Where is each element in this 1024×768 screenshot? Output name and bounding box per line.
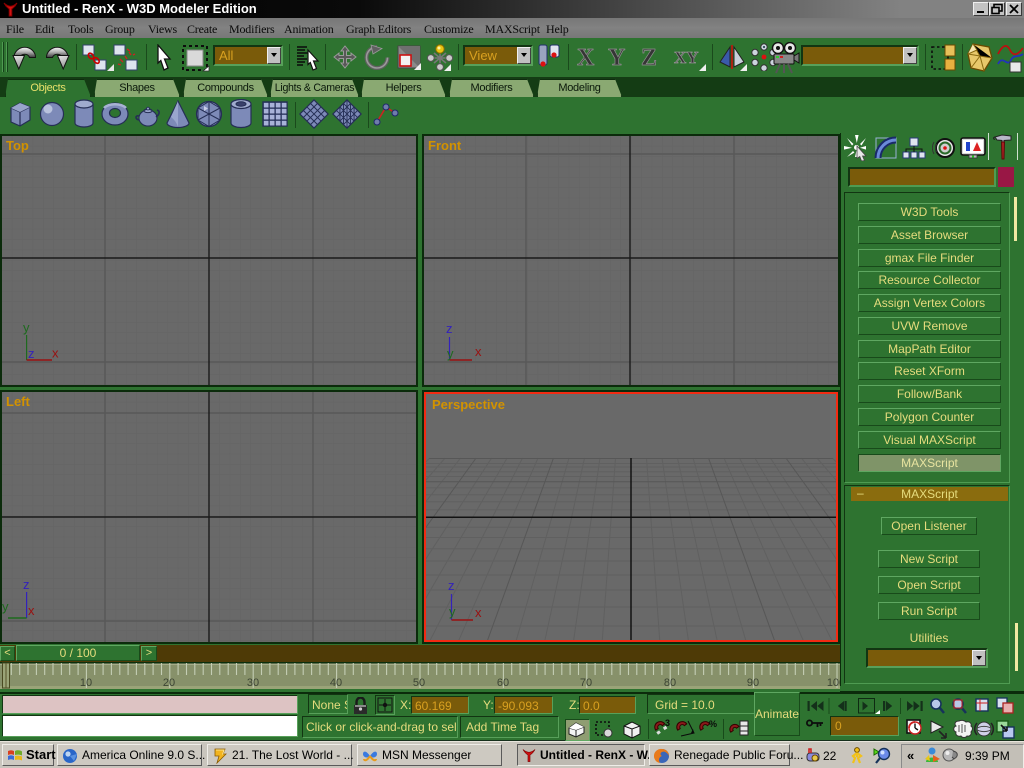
svg-text:y: y (23, 320, 30, 335)
svg-text:z: z (23, 577, 30, 592)
svg-text:50: 50 (413, 677, 425, 689)
svg-text:y: y (447, 346, 454, 361)
svg-text:z: z (28, 346, 35, 361)
svg-text:XY: XY (674, 48, 699, 67)
svg-text:Z: Z (641, 46, 657, 70)
svg-text:90: 90 (747, 677, 759, 689)
svg-text:70: 70 (580, 677, 592, 689)
svg-text:z: z (448, 578, 455, 593)
svg-text:x: x (475, 605, 482, 620)
svg-text:Y: Y (608, 46, 625, 70)
svg-text:x: x (52, 346, 59, 361)
svg-text:X: X (577, 46, 595, 70)
svg-text:y: y (2, 599, 9, 614)
svg-text:80: 80 (664, 677, 676, 689)
svg-text:%: % (709, 719, 717, 729)
svg-text:z: z (446, 321, 453, 336)
svg-text:3: 3 (665, 719, 670, 728)
svg-text:y: y (449, 604, 456, 619)
svg-text:x: x (475, 344, 482, 359)
svg-text:10: 10 (80, 677, 92, 689)
svg-text:x: x (28, 603, 35, 618)
svg-text:100: 100 (827, 677, 840, 689)
svg-text:60: 60 (497, 677, 509, 689)
svg-text:20: 20 (163, 677, 175, 689)
svg-text:40: 40 (330, 677, 342, 689)
svg-text:30: 30 (247, 677, 259, 689)
